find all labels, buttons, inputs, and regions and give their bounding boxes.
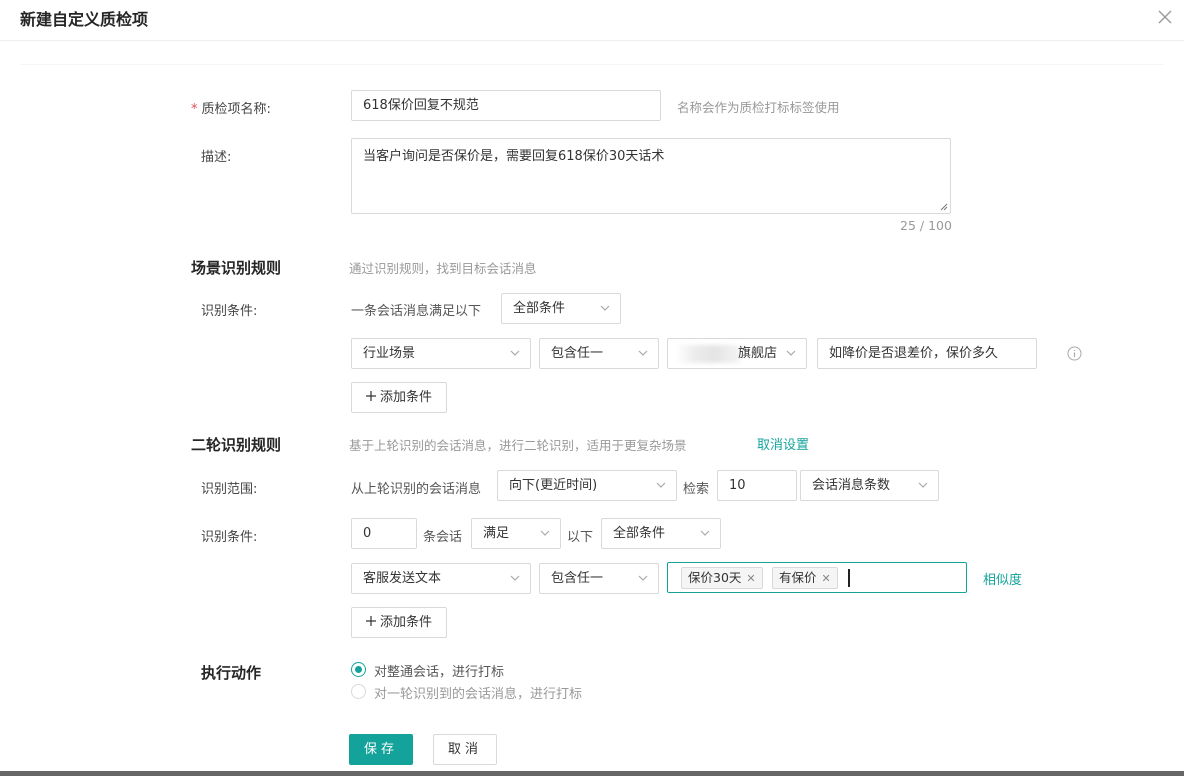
second-condition-label: 识别条件:	[201, 530, 258, 545]
search-text: 检索	[683, 482, 710, 497]
header-divider	[0, 40, 1184, 41]
below-text: 以下	[567, 530, 594, 545]
close-icon	[1158, 10, 1172, 24]
name-label: * 质检项名称:	[191, 102, 271, 117]
second-match-mode-select[interactable]: 全部条件	[601, 518, 721, 549]
scene-value-input[interactable]: 如降价是否退差价，保价多久	[817, 338, 1037, 369]
scene-rules-desc: 通过识别规则，找到目标会话消息	[349, 261, 537, 276]
chevron-down-icon	[638, 575, 648, 581]
scene-rules-title: 场景识别规则	[191, 259, 282, 277]
second-operator-select[interactable]: 包含任一	[539, 563, 659, 594]
keyword-tag: 有保价 ✕	[772, 567, 838, 589]
scene-match-mode-select[interactable]: 全部条件	[501, 293, 621, 324]
description-text: 当客户询问是否保价是，需要回复618保价30天话术	[363, 149, 665, 164]
scope-prefix: 从上轮识别的会话消息	[351, 482, 482, 497]
dialog-title: 新建自定义质检项	[20, 10, 149, 29]
plus-icon	[365, 391, 376, 401]
scene-condition-prefix: 一条会话消息满足以下	[351, 304, 482, 319]
scene-store-select[interactable]: 旗舰店	[667, 338, 807, 369]
save-button[interactable]: 保存	[349, 734, 413, 765]
redacted-store-name	[676, 345, 740, 363]
tag-close-icon[interactable]: ✕	[822, 572, 831, 585]
second-rules-title: 二轮识别规则	[191, 436, 282, 454]
description-textarea[interactable]: 当客户询问是否保价是，需要回复618保价30天话术	[351, 138, 951, 214]
resize-handle-icon[interactable]	[938, 201, 948, 211]
chevron-down-icon	[656, 482, 666, 488]
chevron-down-icon	[600, 305, 610, 311]
name-hint: 名称会作为质检打标标签使用	[677, 100, 840, 115]
unit-select[interactable]: 会话消息条数	[800, 470, 939, 501]
chevron-down-icon	[918, 482, 928, 488]
chevron-down-icon	[510, 575, 520, 581]
scene-condition-label: 识别条件:	[201, 304, 258, 319]
tag-close-icon[interactable]: ✕	[746, 572, 755, 585]
session-count-input[interactable]: 0	[351, 518, 417, 549]
second-add-condition-button[interactable]: 添加条件	[351, 607, 447, 638]
content-divider	[20, 64, 1164, 65]
chevron-down-icon	[540, 530, 550, 536]
bottom-edge	[0, 771, 1184, 776]
radio-whole-session-label: 对整通会话，进行打标	[374, 665, 505, 680]
chevron-down-icon	[700, 530, 710, 536]
info-icon[interactable]	[1067, 346, 1082, 361]
close-button[interactable]	[1156, 8, 1174, 26]
scene-field-select[interactable]: 行业场景	[351, 338, 531, 369]
radio-first-round-label: 对一轮识别到的会话消息，进行打标	[374, 687, 583, 702]
search-count-input[interactable]: 10	[717, 470, 797, 501]
scene-add-condition-button[interactable]: 添加条件	[351, 382, 447, 413]
required-mark: *	[191, 102, 198, 117]
radio-whole-session[interactable]	[351, 662, 366, 677]
chevron-down-icon	[510, 350, 520, 356]
keyword-tag: 保价30天 ✕	[681, 567, 763, 589]
keyword-tag-input[interactable]: 保价30天 ✕ 有保价 ✕	[667, 562, 967, 593]
second-field-select[interactable]: 客服发送文本	[351, 563, 531, 594]
chevron-down-icon	[638, 350, 648, 356]
description-counter: 25 / 100	[900, 218, 952, 233]
session-text: 条会话	[423, 530, 463, 545]
scene-operator-select[interactable]: 包含任一	[539, 338, 659, 369]
radio-first-round[interactable]	[351, 684, 366, 699]
direction-select[interactable]: 向下(更近时间)	[497, 470, 677, 501]
cancel-setting-link[interactable]: 取消设置	[757, 434, 809, 453]
chevron-down-icon	[786, 350, 796, 356]
second-rules-desc: 基于上轮识别的会话消息，进行二轮识别，适用于更复杂场景	[349, 438, 687, 453]
text-caret	[848, 569, 850, 587]
similarity-link[interactable]: 相似度	[983, 569, 1022, 588]
actions-title: 执行动作	[201, 664, 262, 682]
description-label: 描述:	[201, 150, 232, 165]
name-input[interactable]: 618保价回复不规范	[351, 90, 661, 121]
scope-label: 识别范围:	[201, 482, 258, 497]
plus-icon	[365, 616, 376, 626]
satisfy-select[interactable]: 满足	[471, 518, 561, 549]
cancel-button[interactable]: 取消	[433, 734, 497, 765]
